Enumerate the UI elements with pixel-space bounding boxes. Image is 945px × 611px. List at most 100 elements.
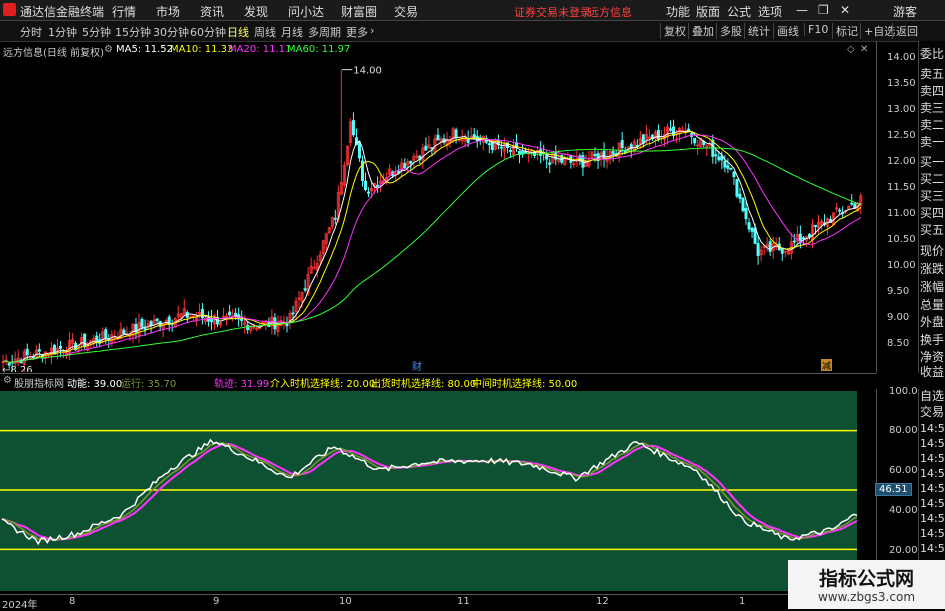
side-item[interactable]: 买三 bbox=[920, 187, 945, 204]
menu-hangqing[interactable]: 行情 bbox=[112, 3, 136, 20]
tab-timeframe-30min[interactable]: 30分钟 bbox=[153, 24, 189, 40]
price-tick: 9.50 bbox=[887, 286, 910, 297]
candle-body bbox=[801, 237, 805, 240]
tab-timeframe-monthly[interactable]: 月线 bbox=[281, 24, 303, 40]
candle-body bbox=[732, 171, 736, 178]
tab-timeframe-15min[interactable]: 15分钟 bbox=[115, 24, 151, 40]
candle-body bbox=[122, 329, 126, 335]
menu-caifuquan[interactable]: 财富圈 bbox=[341, 3, 377, 20]
candle-body bbox=[744, 208, 748, 220]
indicator-name[interactable]: 股朋指标网 bbox=[14, 375, 64, 390]
price-tick: 13.00 bbox=[887, 104, 916, 115]
candle-body bbox=[351, 120, 355, 136]
side-jiaoyi[interactable]: 交易 bbox=[920, 403, 945, 420]
candle-body bbox=[403, 163, 407, 169]
side-item[interactable]: 买二 bbox=[920, 170, 945, 187]
time-item: 14:56 bbox=[920, 482, 945, 495]
side-item[interactable]: 卖四 bbox=[920, 82, 945, 99]
menu-zixun[interactable]: 资讯 bbox=[200, 3, 224, 20]
side-item[interactable]: 涨幅 bbox=[920, 278, 945, 295]
dongneng-label: 动能: 39.00 bbox=[67, 379, 123, 390]
candle-body bbox=[409, 160, 413, 164]
side-item[interactable]: 外盘 bbox=[920, 313, 945, 330]
candle-body bbox=[545, 155, 549, 160]
indicator-settings-icon[interactable]: ⚙ bbox=[3, 375, 12, 386]
indicator-tick: 40.00 bbox=[889, 505, 918, 516]
tab-timeframe-daily[interactable]: 日线 bbox=[227, 24, 249, 40]
candle-body bbox=[291, 312, 295, 315]
menu-jiaoyi[interactable]: 交易 bbox=[394, 3, 418, 20]
tab-timeframe-more[interactable]: 更多 bbox=[346, 24, 368, 40]
price-tick: 8.50 bbox=[887, 338, 910, 349]
f10-button[interactable]: F10 bbox=[804, 23, 828, 36]
menu-wenxiaoda[interactable]: 问小达 bbox=[288, 3, 324, 20]
candle-body bbox=[424, 145, 428, 151]
huaxian-button[interactable]: 画线 bbox=[773, 23, 799, 39]
minimize-icon[interactable]: — bbox=[796, 3, 808, 17]
diejia-button[interactable]: 叠加 bbox=[688, 23, 714, 39]
side-item[interactable]: 买四 bbox=[920, 204, 945, 221]
candle-body bbox=[466, 139, 470, 143]
side-item[interactable]: 买一 bbox=[920, 153, 945, 170]
zhongjian-label: 中间时机选择线: 50.00 bbox=[472, 379, 578, 390]
menu-gongshi[interactable]: 公式 bbox=[727, 3, 751, 20]
side-item[interactable]: 现价 bbox=[920, 242, 945, 259]
tab-timeframe-multi[interactable]: 多周期 bbox=[308, 24, 341, 40]
indicator-current-value: 46.51 bbox=[875, 483, 912, 496]
candle-body bbox=[140, 318, 144, 328]
candle-body bbox=[850, 202, 854, 205]
side-item[interactable]: 总量 bbox=[920, 296, 945, 313]
tab-timeframe-60min[interactable]: 60分钟 bbox=[190, 24, 226, 40]
high-marker-label: 14.00 bbox=[353, 66, 382, 77]
quote-side-panel: 委比 卖五 卖四 卖三 卖二 卖一 买一 买二 买三 买四 买五 现价 涨跌 涨… bbox=[918, 41, 945, 379]
candle-body bbox=[756, 243, 760, 257]
tab-timeframe-weekly[interactable]: 周线 bbox=[254, 24, 276, 40]
time-item: 14:56 bbox=[920, 542, 945, 555]
candle-body bbox=[723, 160, 727, 168]
restore-icon[interactable]: ❐ bbox=[818, 3, 829, 17]
more-chevron-icon[interactable]: › bbox=[370, 24, 374, 37]
side-item[interactable]: 卖一 bbox=[920, 133, 945, 150]
menu-gongneng[interactable]: 功能 bbox=[666, 3, 690, 20]
candle-body bbox=[25, 348, 29, 356]
add-watchlist-button[interactable]: +自选 bbox=[860, 23, 895, 39]
side-item[interactable]: 换手 bbox=[920, 331, 945, 348]
side-item[interactable]: 卖五 bbox=[920, 65, 945, 82]
timeframe-bar: 分时 1分钟 5分钟 15分钟 30分钟 60分钟 日线 周线 月线 多周期 更… bbox=[0, 21, 945, 42]
app-logo-icon bbox=[3, 3, 16, 16]
back-button[interactable]: 返回 bbox=[892, 23, 918, 39]
tongji-button[interactable]: 统计 bbox=[744, 23, 770, 39]
side-item[interactable]: 买五 bbox=[920, 221, 945, 238]
date-tick: 11 bbox=[457, 596, 470, 607]
candlestick-chart[interactable]: 14.00 ←8.26 财 减 bbox=[0, 54, 876, 372]
side-item[interactable]: 委比 bbox=[920, 45, 945, 62]
candle-body bbox=[37, 349, 41, 352]
menu-faxian[interactable]: 发现 bbox=[244, 3, 268, 20]
side-item[interactable]: 涨跌 bbox=[920, 260, 945, 277]
date-tick: 12 bbox=[596, 596, 609, 607]
menu-xuanxiang[interactable]: 选项 bbox=[758, 3, 782, 20]
time-item: 14:56 bbox=[920, 512, 945, 525]
side-zixuan[interactable]: 自选 bbox=[920, 389, 945, 404]
candle-body bbox=[200, 308, 204, 319]
tab-timeframe-fenshi[interactable]: 分时 bbox=[20, 24, 42, 40]
indicator-chart[interactable] bbox=[0, 391, 857, 591]
side-item[interactable]: 卖三 bbox=[920, 99, 945, 116]
side-item[interactable]: 卖二 bbox=[920, 116, 945, 133]
close-icon[interactable]: ✕ bbox=[840, 3, 850, 17]
app-title: 通达信金融终端 bbox=[20, 5, 105, 19]
menu-banmian[interactable]: 版面 bbox=[696, 3, 720, 20]
tab-timeframe-5min[interactable]: 5分钟 bbox=[82, 24, 111, 40]
candle-body bbox=[738, 193, 742, 199]
indicator-tick: 100.0 bbox=[889, 386, 918, 397]
candle-body bbox=[143, 327, 147, 330]
duogu-button[interactable]: 多股 bbox=[716, 23, 742, 39]
date-tick: 9 bbox=[213, 596, 220, 607]
biaoji-button[interactable]: 标记 bbox=[832, 23, 858, 39]
guest-label[interactable]: 游客 bbox=[893, 3, 917, 20]
fuquan-button[interactable]: 复权 bbox=[660, 23, 686, 39]
menu-shichang[interactable]: 市场 bbox=[156, 3, 180, 20]
candle-body bbox=[367, 191, 371, 194]
side-item[interactable]: 收益 bbox=[920, 363, 945, 380]
tab-timeframe-1min[interactable]: 1分钟 bbox=[48, 24, 77, 40]
